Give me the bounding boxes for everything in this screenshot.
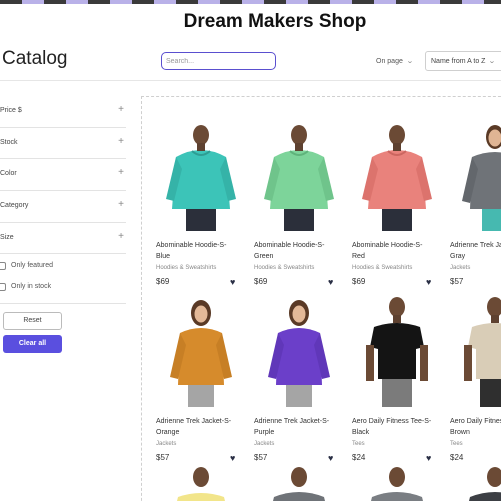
product-image-hoodie-green[interactable] xyxy=(254,113,344,231)
filter-label: Size xyxy=(0,233,14,241)
product-price: $24 xyxy=(450,453,464,462)
product-name[interactable]: Adrienne Trek Jacket-S-Purple xyxy=(254,417,336,438)
product-name[interactable]: Abominable Hoodie-S-Blue xyxy=(156,241,238,262)
product-image-hoodie-blue[interactable] xyxy=(156,113,246,231)
sort-select[interactable]: Name from A to Z ⌄ xyxy=(425,51,501,71)
product-name[interactable]: Aero Daily Fitness Tee-S-Black xyxy=(352,417,434,438)
product-category: Jackets xyxy=(254,441,275,447)
product-category: Jackets xyxy=(450,265,471,271)
product-price: $57 xyxy=(450,277,464,286)
product-image-jacket-gray[interactable] xyxy=(450,113,501,231)
clear-all-button[interactable]: Clear all xyxy=(3,335,62,353)
product-image-jacket-orange[interactable] xyxy=(156,289,246,407)
plus-icon[interactable]: + xyxy=(118,199,124,210)
product-price: $69 xyxy=(352,277,366,286)
heart-icon[interactable]: ♥ xyxy=(230,277,235,287)
product-image-hoodie-gray-2[interactable] xyxy=(352,465,442,501)
plus-icon[interactable]: + xyxy=(118,167,124,178)
search-input[interactable] xyxy=(161,52,276,70)
product-category: Tees xyxy=(352,441,365,447)
filter-label: Category xyxy=(0,202,29,210)
plus-icon[interactable]: + xyxy=(118,136,124,147)
product-name[interactable]: Adrienne Trek Jacket-S-Orange xyxy=(156,417,238,438)
product-category: Jackets xyxy=(156,441,177,447)
filter-sidebar: Price $ + Stock + Color + Category + Siz… xyxy=(0,96,126,305)
product-category: Hoodies & Sweatshirts xyxy=(156,265,217,271)
plus-icon[interactable]: + xyxy=(118,231,124,242)
checkbox-label: Only featured xyxy=(11,262,54,270)
product-price: $24 xyxy=(352,453,366,462)
heart-icon[interactable]: ♥ xyxy=(426,453,431,463)
top-stripe xyxy=(0,0,501,4)
product-name[interactable]: Adrienne Trek Jacket-S-Gray xyxy=(450,241,501,262)
filter-stock[interactable]: Stock + xyxy=(0,128,126,160)
product-image-hoodie-red[interactable] xyxy=(352,113,442,231)
filter-color[interactable]: Color + xyxy=(0,159,126,192)
sort-label: Name from A to Z xyxy=(431,58,486,65)
heart-icon[interactable]: ♥ xyxy=(230,453,235,463)
product-image-hoodie-gray[interactable] xyxy=(254,465,344,501)
sidebar-divider xyxy=(0,303,126,305)
product-image-tee-yellow[interactable] xyxy=(156,465,246,501)
filter-label: Color xyxy=(0,170,17,178)
page-title: Catalog xyxy=(2,48,68,69)
filter-category[interactable]: Category + xyxy=(0,191,126,223)
product-price: $57 xyxy=(254,453,268,462)
header-divider xyxy=(0,80,501,81)
shop-title: Dream Makers Shop xyxy=(183,11,367,32)
heart-icon[interactable]: ♥ xyxy=(328,277,333,287)
product-category: Hoodies & Sweatshirts xyxy=(254,265,315,271)
product-price: $57 xyxy=(156,453,170,462)
checkbox-box[interactable] xyxy=(0,283,6,292)
product-image-tee-black[interactable] xyxy=(352,289,442,407)
chevron-down-icon: ⌄ xyxy=(405,58,414,65)
filter-label: Price $ xyxy=(0,107,22,114)
checkbox-box[interactable] xyxy=(0,262,6,271)
filter-price[interactable]: Price $ + xyxy=(0,96,126,128)
product-price: $69 xyxy=(156,277,170,286)
reset-button[interactable]: Reset xyxy=(3,312,62,330)
plus-icon[interactable]: + xyxy=(118,104,124,115)
product-image-hoodie-dark[interactable] xyxy=(450,465,501,501)
chevron-down-icon: ⌄ xyxy=(488,58,497,65)
product-image-tee-brown[interactable] xyxy=(450,289,501,407)
heart-icon[interactable]: ♥ xyxy=(328,453,333,463)
heart-icon[interactable]: ♥ xyxy=(426,277,431,287)
product-category: Tees xyxy=(450,441,463,447)
product-name[interactable]: Abominable Hoodie-S-Red xyxy=(352,241,434,262)
checkbox-label: Only in stock xyxy=(11,283,52,291)
product-name[interactable]: Aero Daily Fitness Tee-S-Brown xyxy=(450,417,501,438)
only-in-stock-checkbox[interactable]: Only in stock xyxy=(0,279,126,296)
filter-size[interactable]: Size + xyxy=(0,223,126,255)
product-name[interactable]: Abominable Hoodie-S-Green xyxy=(254,241,336,262)
filter-label: Stock xyxy=(0,138,18,146)
product-price: $69 xyxy=(254,277,268,286)
per-page-label: On page xyxy=(376,58,403,65)
per-page-select[interactable]: On page ⌄ xyxy=(376,57,414,65)
product-grid: Abominable Hoodie-S-Blue Hoodies & Sweat… xyxy=(141,96,501,501)
only-featured-checkbox[interactable]: Only featured xyxy=(0,258,126,275)
product-category: Hoodies & Sweatshirts xyxy=(352,265,413,271)
product-image-jacket-purple[interactable] xyxy=(254,289,344,407)
